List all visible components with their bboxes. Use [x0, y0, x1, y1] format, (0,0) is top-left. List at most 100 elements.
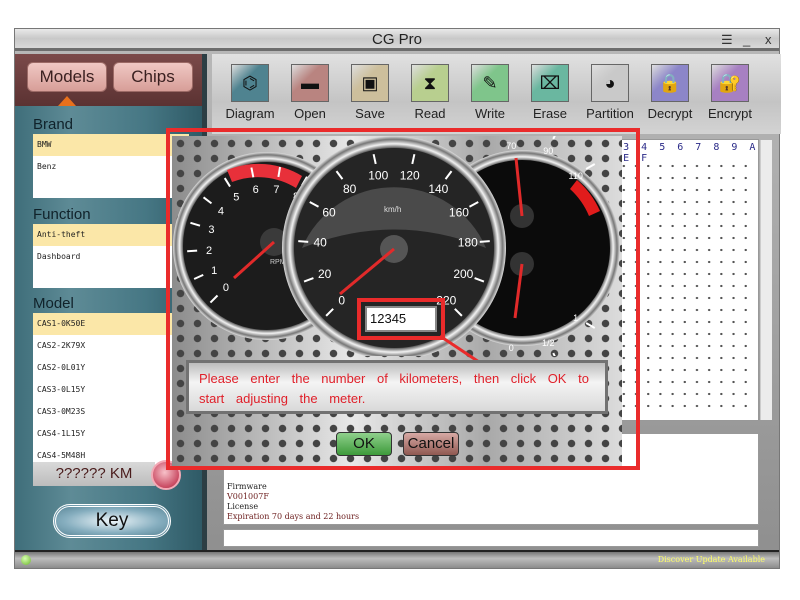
gauge-tick [585, 163, 596, 170]
gauge-tick [479, 240, 490, 243]
toolbar: ⌬ Diagram ▬ Open ▣ Save ⧗ Read ✎ Write ⌧ Erase ◕ Part… [212, 54, 781, 134]
gauge-tick [552, 136, 556, 140]
brand-list[interactable]: BMW Benz [33, 134, 189, 198]
list-item[interactable]: CAS2-2K79X [33, 335, 189, 357]
toolbar-label: Save [355, 106, 385, 121]
log-line: License [227, 502, 259, 511]
gauge-tick-label: 6 [253, 184, 259, 196]
list-item[interactable]: Anti-theft [33, 224, 189, 246]
lock-icon: 🔒 [651, 64, 689, 102]
title-bar: CG Pro ☰ _ x [15, 29, 779, 51]
speed-unit: km/h [384, 205, 401, 214]
log-line: Firmware [227, 482, 267, 491]
connection-led-icon [21, 555, 31, 565]
list-item[interactable]: CAS2-0L01Y [33, 357, 189, 379]
gauge-tick-label: 200 [453, 267, 473, 281]
gauge-tick-label: 5 [233, 192, 239, 204]
toolbar-diagram-button[interactable]: ⌬ Diagram [222, 64, 278, 121]
toolbar-label: Erase [533, 106, 567, 121]
dialog-message: Please enter the number of kilometers, t… [186, 360, 608, 414]
list-item[interactable]: BMW [33, 134, 189, 156]
pie-chart-icon: ◕ [591, 64, 629, 102]
gauge-tick-label: 140 [428, 182, 448, 196]
active-tab-indicator-icon [58, 96, 76, 106]
list-item[interactable]: Dashboard [33, 246, 189, 268]
log-line: Expiration 70 days and 22 hours [227, 512, 360, 521]
gauge-tick-label: 3 [208, 224, 214, 236]
gauge-tick [187, 249, 198, 253]
toolbar-label: Write [474, 106, 506, 121]
gauge-tick-label: 20 [318, 267, 332, 281]
magic-wand-icon: ⌧ [531, 64, 569, 102]
gauge-tick-label: 80 [343, 182, 357, 196]
log-line: V001007F [227, 492, 269, 501]
model-label: Model [33, 295, 74, 312]
gauge-tick-label: 7 [273, 184, 279, 196]
command-input[interactable] [223, 529, 759, 547]
toolbar-label: Encrypt [707, 106, 753, 121]
lock-gear-icon: 🔐 [711, 64, 749, 102]
brand-label: Brand [33, 116, 74, 133]
toolbar-partition-button[interactable]: ◕ Partition [582, 64, 638, 121]
toolbar-label: Decrypt [647, 106, 693, 121]
toolbar-label: Diagram [225, 106, 275, 121]
list-item[interactable]: CAS4-1L15Y [33, 423, 189, 445]
gauge-tick-label: 110 [569, 171, 583, 181]
gauge-tick-label: 0 [338, 293, 345, 307]
toolbar-label: Partition [586, 106, 634, 121]
gauge-tick [298, 240, 309, 243]
tab-models[interactable]: Models [27, 62, 107, 92]
gauge-tick-label: 0 [223, 282, 229, 294]
toolbar-encrypt-button[interactable]: 🔐 Encrypt [702, 64, 758, 121]
odometer-highlight [357, 298, 445, 340]
gauge-tick-label: 1 [573, 313, 578, 323]
gauge-tick-label: 120 [400, 169, 420, 183]
function-label: Function [33, 206, 91, 223]
cancel-button[interactable]: Cancel [403, 432, 459, 456]
function-list[interactable]: Anti-theft Dashboard [33, 224, 189, 288]
list-item[interactable]: Benz [33, 156, 189, 178]
hex-scrollbar[interactable] [760, 140, 772, 420]
list-item[interactable]: CAS1-0K50E [33, 313, 189, 335]
gauge-tick-label: 40 [314, 236, 328, 250]
minimize-button[interactable]: _ [743, 29, 750, 51]
gauge-tick-label: 70 [506, 141, 516, 151]
update-notice[interactable]: Discover Update Available [658, 555, 765, 564]
floppy-disk-icon: ▣ [351, 64, 389, 102]
folder-icon: ▬ [291, 64, 329, 102]
tab-bar: Models Chips [15, 54, 202, 106]
menu-icon[interactable]: ☰ [721, 29, 733, 51]
gauge-tick-label: 180 [458, 236, 478, 250]
window-title: CG Pro [371, 31, 422, 48]
toolbar-label: Open [294, 106, 326, 121]
gauge-tick [585, 322, 596, 329]
model-list[interactable]: CAS1-0K50E CAS2-2K79X CAS2-0L01Y CAS3-0L… [33, 313, 189, 469]
toolbar-label: Read [414, 106, 446, 121]
km-display: ?????? KM [33, 462, 155, 486]
toolbar-read-button[interactable]: ⧗ Read [402, 64, 458, 121]
gauge-tick-label: 2 [206, 245, 212, 257]
gauge-tick [552, 352, 556, 356]
gauge-tick-label: 1 [211, 265, 217, 277]
toolbar-save-button[interactable]: ▣ Save [342, 64, 398, 121]
toolbar-open-button[interactable]: ▬ Open [282, 64, 338, 121]
ok-button[interactable]: OK [336, 432, 392, 456]
gauge-tick-label: 4 [218, 206, 224, 218]
gauge-tick-label: 60 [322, 206, 336, 220]
edit-icon: ✎ [471, 64, 509, 102]
gauge-tick-label: 90 [543, 146, 553, 156]
gauge-tick-label: 160 [449, 206, 469, 220]
list-item[interactable]: CAS3-0L15Y [33, 379, 189, 401]
status-bar: Discover Update Available [15, 550, 779, 568]
toolbar-erase-button[interactable]: ⌧ Erase [522, 64, 578, 121]
key-button[interactable]: Key [53, 504, 171, 538]
gauge-tick-label: 100 [368, 169, 388, 183]
toolbar-write-button[interactable]: ✎ Write [462, 64, 518, 121]
circuit-diagram-icon: ⌬ [231, 64, 269, 102]
gauge-tick-label: 1/2 [542, 338, 555, 348]
toolbar-decrypt-button[interactable]: 🔒 Decrypt [642, 64, 698, 121]
list-item[interactable]: CAS3-0M23S [33, 401, 189, 423]
gauge-tick-label: 0 [509, 343, 514, 353]
tab-chips[interactable]: Chips [113, 62, 193, 92]
close-button[interactable]: x [765, 29, 772, 51]
